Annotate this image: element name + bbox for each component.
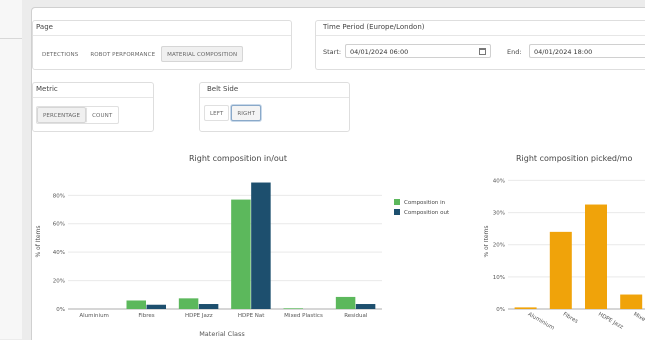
x-axis-label: Material Class xyxy=(199,330,245,338)
y-tick-label: 20% xyxy=(493,243,505,249)
legend-swatch xyxy=(394,209,400,215)
bar-composition-in xyxy=(283,308,303,309)
tab-detections[interactable]: DETECTIONS xyxy=(36,46,84,62)
metric-count-button[interactable]: COUNT xyxy=(86,107,118,123)
y-tick-label: 0% xyxy=(56,307,65,313)
belt-right-button[interactable]: RIGHT xyxy=(231,105,262,121)
y-tick-label: 0% xyxy=(496,307,505,313)
legend-label: Composition in xyxy=(404,200,446,206)
bar-value xyxy=(549,231,572,309)
belt-panel-title: Belt Side xyxy=(207,85,239,93)
tab-material-composition[interactable]: MATERIAL COMPOSITION xyxy=(161,46,244,62)
bar-composition-in xyxy=(335,296,356,309)
composition-picked-chart: 0% 10% 20% 30% 40% % of Items Aluminium Fibres H… xyxy=(484,178,645,332)
y-tick-label: 60% xyxy=(53,222,65,228)
bar-value xyxy=(620,294,643,309)
metric-button-group: PERCENTAGE COUNT xyxy=(36,106,120,124)
metric-panel: Metric PERCENTAGE COUNT xyxy=(32,82,154,132)
y-tick-label: 40% xyxy=(53,250,65,256)
time-period-panel: Time Period (Europe/London) Start: 04/01… xyxy=(315,20,645,70)
y-tick-label: 20% xyxy=(53,279,65,285)
panel-divider xyxy=(316,35,645,36)
metric-panel-title: Metric xyxy=(36,85,58,93)
chart-title-composition-picked: Right composition picked/mo xyxy=(516,154,633,163)
side-strip-divider xyxy=(0,38,22,39)
composition-in-out-chart: 0% 20% 40% 60% 80% % of Items Aluminium Fibres H… xyxy=(35,182,450,338)
x-tick-label: HDPE Jazz xyxy=(185,313,213,319)
bar-value xyxy=(514,307,537,309)
end-label: End: xyxy=(507,48,522,56)
x-tick-label: HDPE Jazz xyxy=(597,312,624,331)
metric-percentage-button[interactable]: PERCENTAGE xyxy=(37,107,87,123)
time-panel-title: Time Period (Europe/London) xyxy=(323,23,425,31)
x-tick-label: HDPE Nat xyxy=(238,313,265,319)
x-tick-label: Fibres xyxy=(138,313,154,319)
bar-value xyxy=(585,204,607,309)
chart-title-composition-in-out: Right composition in/out xyxy=(189,154,288,163)
start-datetime-value: 04/01/2024 06:00 xyxy=(350,48,409,56)
dashboard-content: Page DETECTIONS ROBOT PERFORMANCE MATERI… xyxy=(31,7,645,340)
panel-divider xyxy=(33,97,153,98)
end-datetime-input[interactable]: 04/01/2024 18:00 xyxy=(529,44,645,58)
y-tick-label: 40% xyxy=(493,178,505,184)
bar-composition-out xyxy=(251,182,271,309)
bar-composition-in xyxy=(231,199,251,309)
belt-left-button[interactable]: LEFT xyxy=(204,105,230,121)
bar-composition-out xyxy=(355,304,376,309)
y-axis-label: % of Items xyxy=(35,225,42,257)
bar-composition-out xyxy=(146,304,166,309)
legend-label: Composition out xyxy=(404,210,450,216)
belt-side-panel: Belt Side LEFT RIGHT xyxy=(199,82,350,132)
page-button-group: DETECTIONS ROBOT PERFORMANCE MATERIAL CO… xyxy=(36,46,244,62)
belt-button-group: LEFT RIGHT xyxy=(204,105,262,121)
legend-swatch xyxy=(394,199,400,205)
x-tick-label: Aluminium xyxy=(79,313,109,319)
page-panel-title: Page xyxy=(36,23,53,31)
x-tick-label: Mixed Plas xyxy=(632,312,645,332)
bar-composition-in xyxy=(178,298,199,309)
x-tick-label: Aluminium xyxy=(527,312,556,332)
panel-divider xyxy=(33,35,291,36)
tab-robot-performance[interactable]: ROBOT PERFORMANCE xyxy=(84,46,161,62)
panel-divider xyxy=(200,97,349,98)
side-navigation-strip xyxy=(0,0,22,339)
x-tick-label: Residual xyxy=(344,313,368,319)
bar-composition-out xyxy=(198,304,219,309)
start-datetime-input[interactable]: 04/01/2024 06:00 xyxy=(345,44,491,58)
calendar-icon[interactable] xyxy=(479,48,486,55)
end-datetime-value: 04/01/2024 18:00 xyxy=(534,48,593,56)
x-tick-label: Fibres xyxy=(562,312,579,325)
y-tick-label: 10% xyxy=(493,275,505,281)
bar-composition-in xyxy=(126,300,146,309)
page-selector-panel: Page DETECTIONS ROBOT PERFORMANCE MATERI… xyxy=(32,20,292,70)
y-tick-label: 30% xyxy=(493,211,505,217)
y-tick-label: 80% xyxy=(53,193,65,199)
y-axis-label: % of Items xyxy=(484,225,490,257)
x-tick-label: Mixed Plastics xyxy=(284,313,323,319)
start-label: Start: xyxy=(323,48,342,56)
